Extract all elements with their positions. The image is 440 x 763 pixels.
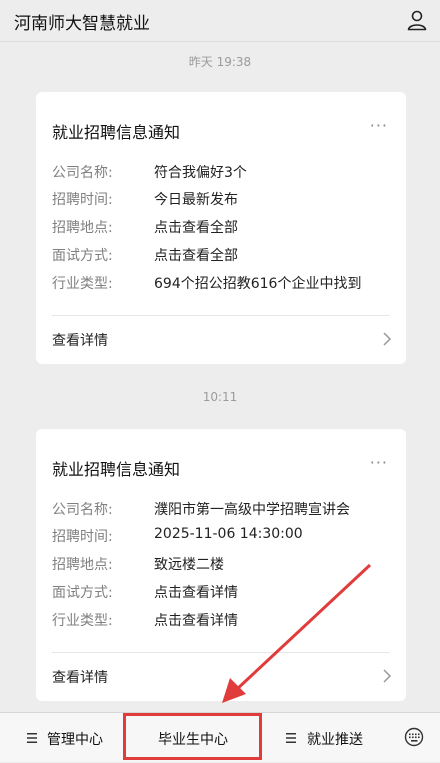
row-label: 招聘时间: — [52, 529, 113, 545]
view-details-label: 查看详情 — [52, 670, 108, 686]
row-label: 面试方式: — [52, 248, 113, 264]
more-options-icon[interactable]: ··· — [370, 116, 388, 135]
chat-header: 河南师大智慧就业 — [0, 0, 440, 42]
more-options-icon[interactable]: ··· — [370, 453, 388, 472]
user-profile-icon[interactable] — [406, 9, 428, 31]
row-label: 招聘地点: — [52, 557, 113, 573]
row-label: 行业类型: — [52, 613, 113, 629]
row-value: 今日最新发布 — [154, 192, 238, 208]
menu-icon — [286, 733, 296, 743]
menu-tab-management[interactable]: 管理中心 — [0, 713, 122, 763]
row-value: 致远楼二楼 — [154, 557, 224, 573]
menu-icon — [27, 733, 37, 743]
chevron-right-icon — [383, 332, 392, 346]
row-value: 点击查看详情 — [154, 585, 238, 601]
row-label: 面试方式: — [52, 585, 113, 601]
row-value: 濮阳市第一高级中学招聘宣讲会 — [154, 502, 350, 518]
chevron-right-icon — [383, 669, 392, 683]
message-card: 就业招聘信息通知 ··· 公司名称: 符合我偏好3个 招聘时间: 今日最新发布 … — [36, 92, 406, 364]
view-details-link[interactable]: 查看详情 — [36, 655, 406, 699]
card-divider — [52, 652, 390, 653]
row-label: 招聘地点: — [52, 220, 113, 236]
row-value: 694个招公招教616个企业中找到 — [154, 276, 362, 292]
row-label: 招聘时间: — [52, 192, 113, 208]
menu-tab-job-push[interactable]: 就业推送 — [264, 713, 394, 763]
row-label: 公司名称: — [52, 502, 113, 518]
menu-tab-label: 管理中心 — [47, 732, 103, 748]
row-value: 2025-11-06 14:30:00 — [154, 526, 303, 542]
row-label: 公司名称: — [52, 165, 113, 181]
row-value: 点击查看全部 — [154, 248, 238, 264]
message-timestamp: 昨天 19:38 — [188, 55, 252, 69]
row-value: 点击查看全部 — [154, 220, 238, 236]
row-value: 点击查看详情 — [154, 613, 238, 629]
row-label: 行业类型: — [52, 276, 113, 292]
keyboard-icon[interactable] — [404, 727, 424, 747]
view-details-label: 查看详情 — [52, 333, 108, 349]
view-details-link[interactable]: 查看详情 — [36, 318, 406, 362]
message-timestamp: 10:11 — [202, 390, 238, 404]
chat-title: 河南师大智慧就业 — [14, 14, 150, 34]
highlight-box — [123, 713, 262, 760]
card-title: 就业招聘信息通知 — [52, 123, 181, 142]
card-title: 就业招聘信息通知 — [52, 460, 181, 479]
message-card: 就业招聘信息通知 ··· 公司名称: 濮阳市第一高级中学招聘宣讲会 招聘时间: … — [36, 429, 406, 701]
menu-tab-label: 就业推送 — [307, 732, 363, 748]
row-value: 符合我偏好3个 — [154, 165, 247, 181]
card-divider — [52, 315, 390, 316]
